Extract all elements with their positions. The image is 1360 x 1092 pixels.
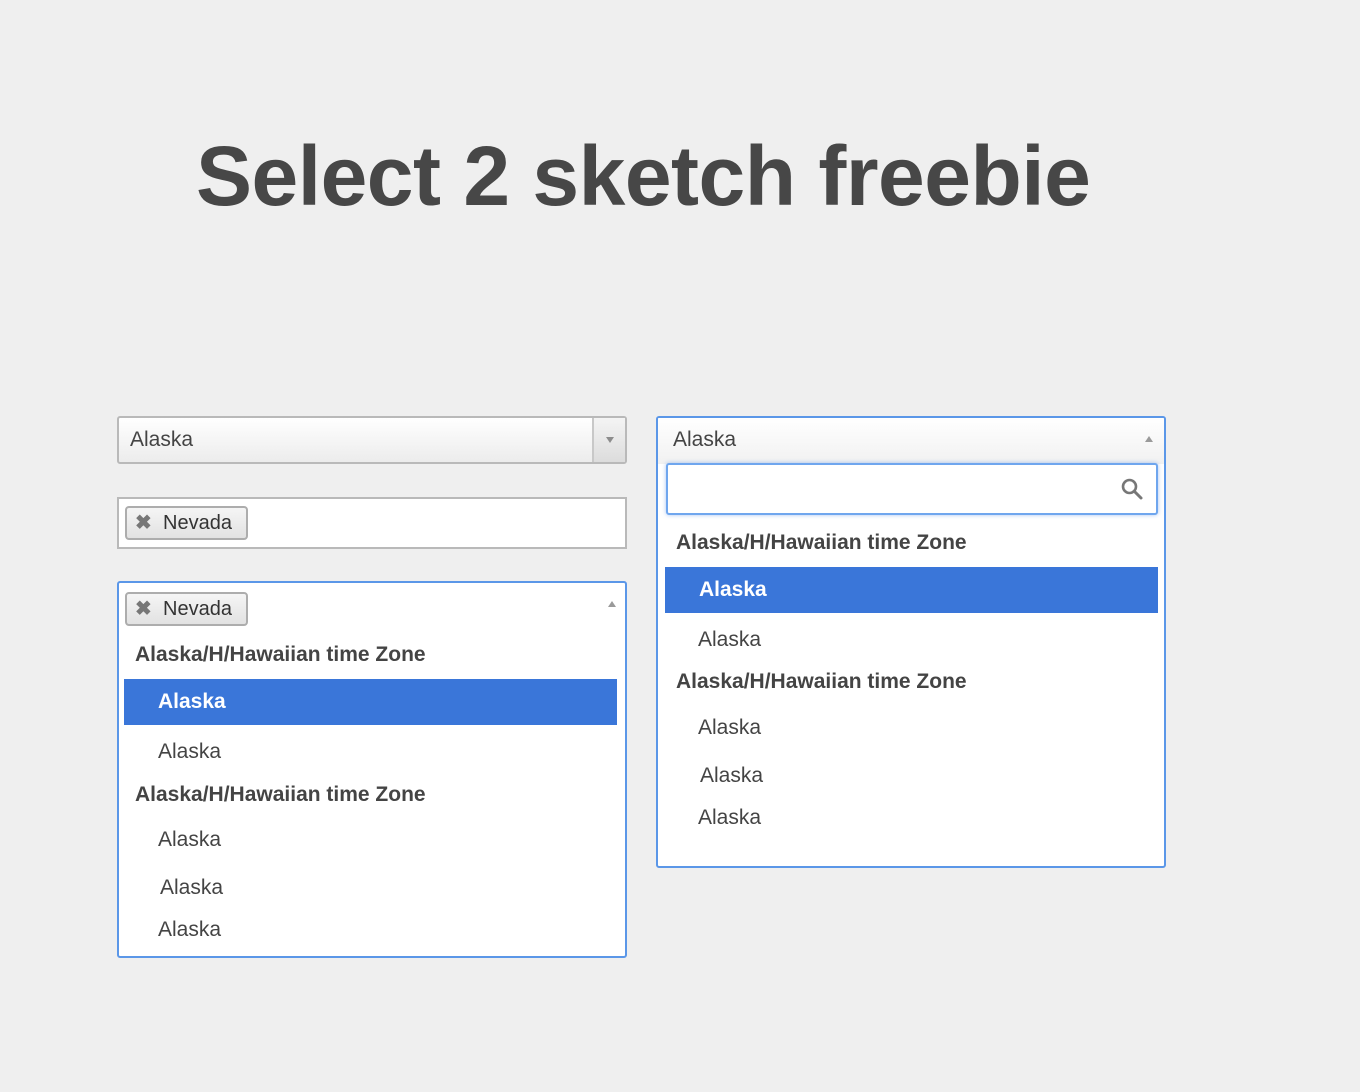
option-highlighted[interactable]: Alaska <box>124 679 617 725</box>
tag-label: Nevada <box>163 598 232 620</box>
selected-value: Alaska <box>130 428 194 451</box>
multi-select[interactable]: ✖ Nevada <box>117 497 627 549</box>
dropdown-toggle[interactable] <box>592 418 625 462</box>
chevron-down-icon <box>606 437 614 443</box>
option[interactable]: Alaska <box>698 628 761 652</box>
chevron-up-icon[interactable] <box>1145 436 1153 442</box>
tag-nevada: ✖ Nevada <box>125 592 248 626</box>
option-highlighted[interactable]: Alaska <box>665 567 1158 613</box>
single-select-open[interactable]: Alaska Alaska/H/Hawaiian time Zone Alask… <box>656 416 1166 868</box>
tag-label: Nevada <box>163 512 232 534</box>
select-header[interactable]: Alaska <box>658 418 1164 464</box>
tag-nevada: ✖ Nevada <box>125 506 248 540</box>
page-title: Select 2 sketch freebie <box>196 129 1091 223</box>
selected-value: Alaska <box>673 428 737 451</box>
search-input[interactable] <box>666 463 1158 515</box>
option[interactable]: Alaska <box>158 828 221 852</box>
search-icon <box>1121 478 1143 500</box>
option[interactable]: Alaska <box>160 876 223 900</box>
option[interactable]: Alaska <box>698 716 761 740</box>
option[interactable]: Alaska <box>698 806 761 830</box>
single-select[interactable]: Alaska <box>117 416 627 464</box>
option[interactable]: Alaska <box>700 764 763 788</box>
multi-select-open[interactable]: ✖ Nevada Alaska/H/Hawaiian time Zone Ala… <box>117 581 627 958</box>
group-label: Alaska/H/Hawaiian time Zone <box>135 643 426 666</box>
group-label: Alaska/H/Hawaiian time Zone <box>676 531 967 554</box>
group-label: Alaska/H/Hawaiian time Zone <box>676 670 967 693</box>
close-icon[interactable]: ✖ <box>135 596 152 622</box>
chevron-up-icon[interactable] <box>608 601 616 607</box>
close-icon[interactable]: ✖ <box>135 510 152 536</box>
option[interactable]: Alaska <box>158 918 221 942</box>
option[interactable]: Alaska <box>158 740 221 764</box>
group-label: Alaska/H/Hawaiian time Zone <box>135 783 426 806</box>
